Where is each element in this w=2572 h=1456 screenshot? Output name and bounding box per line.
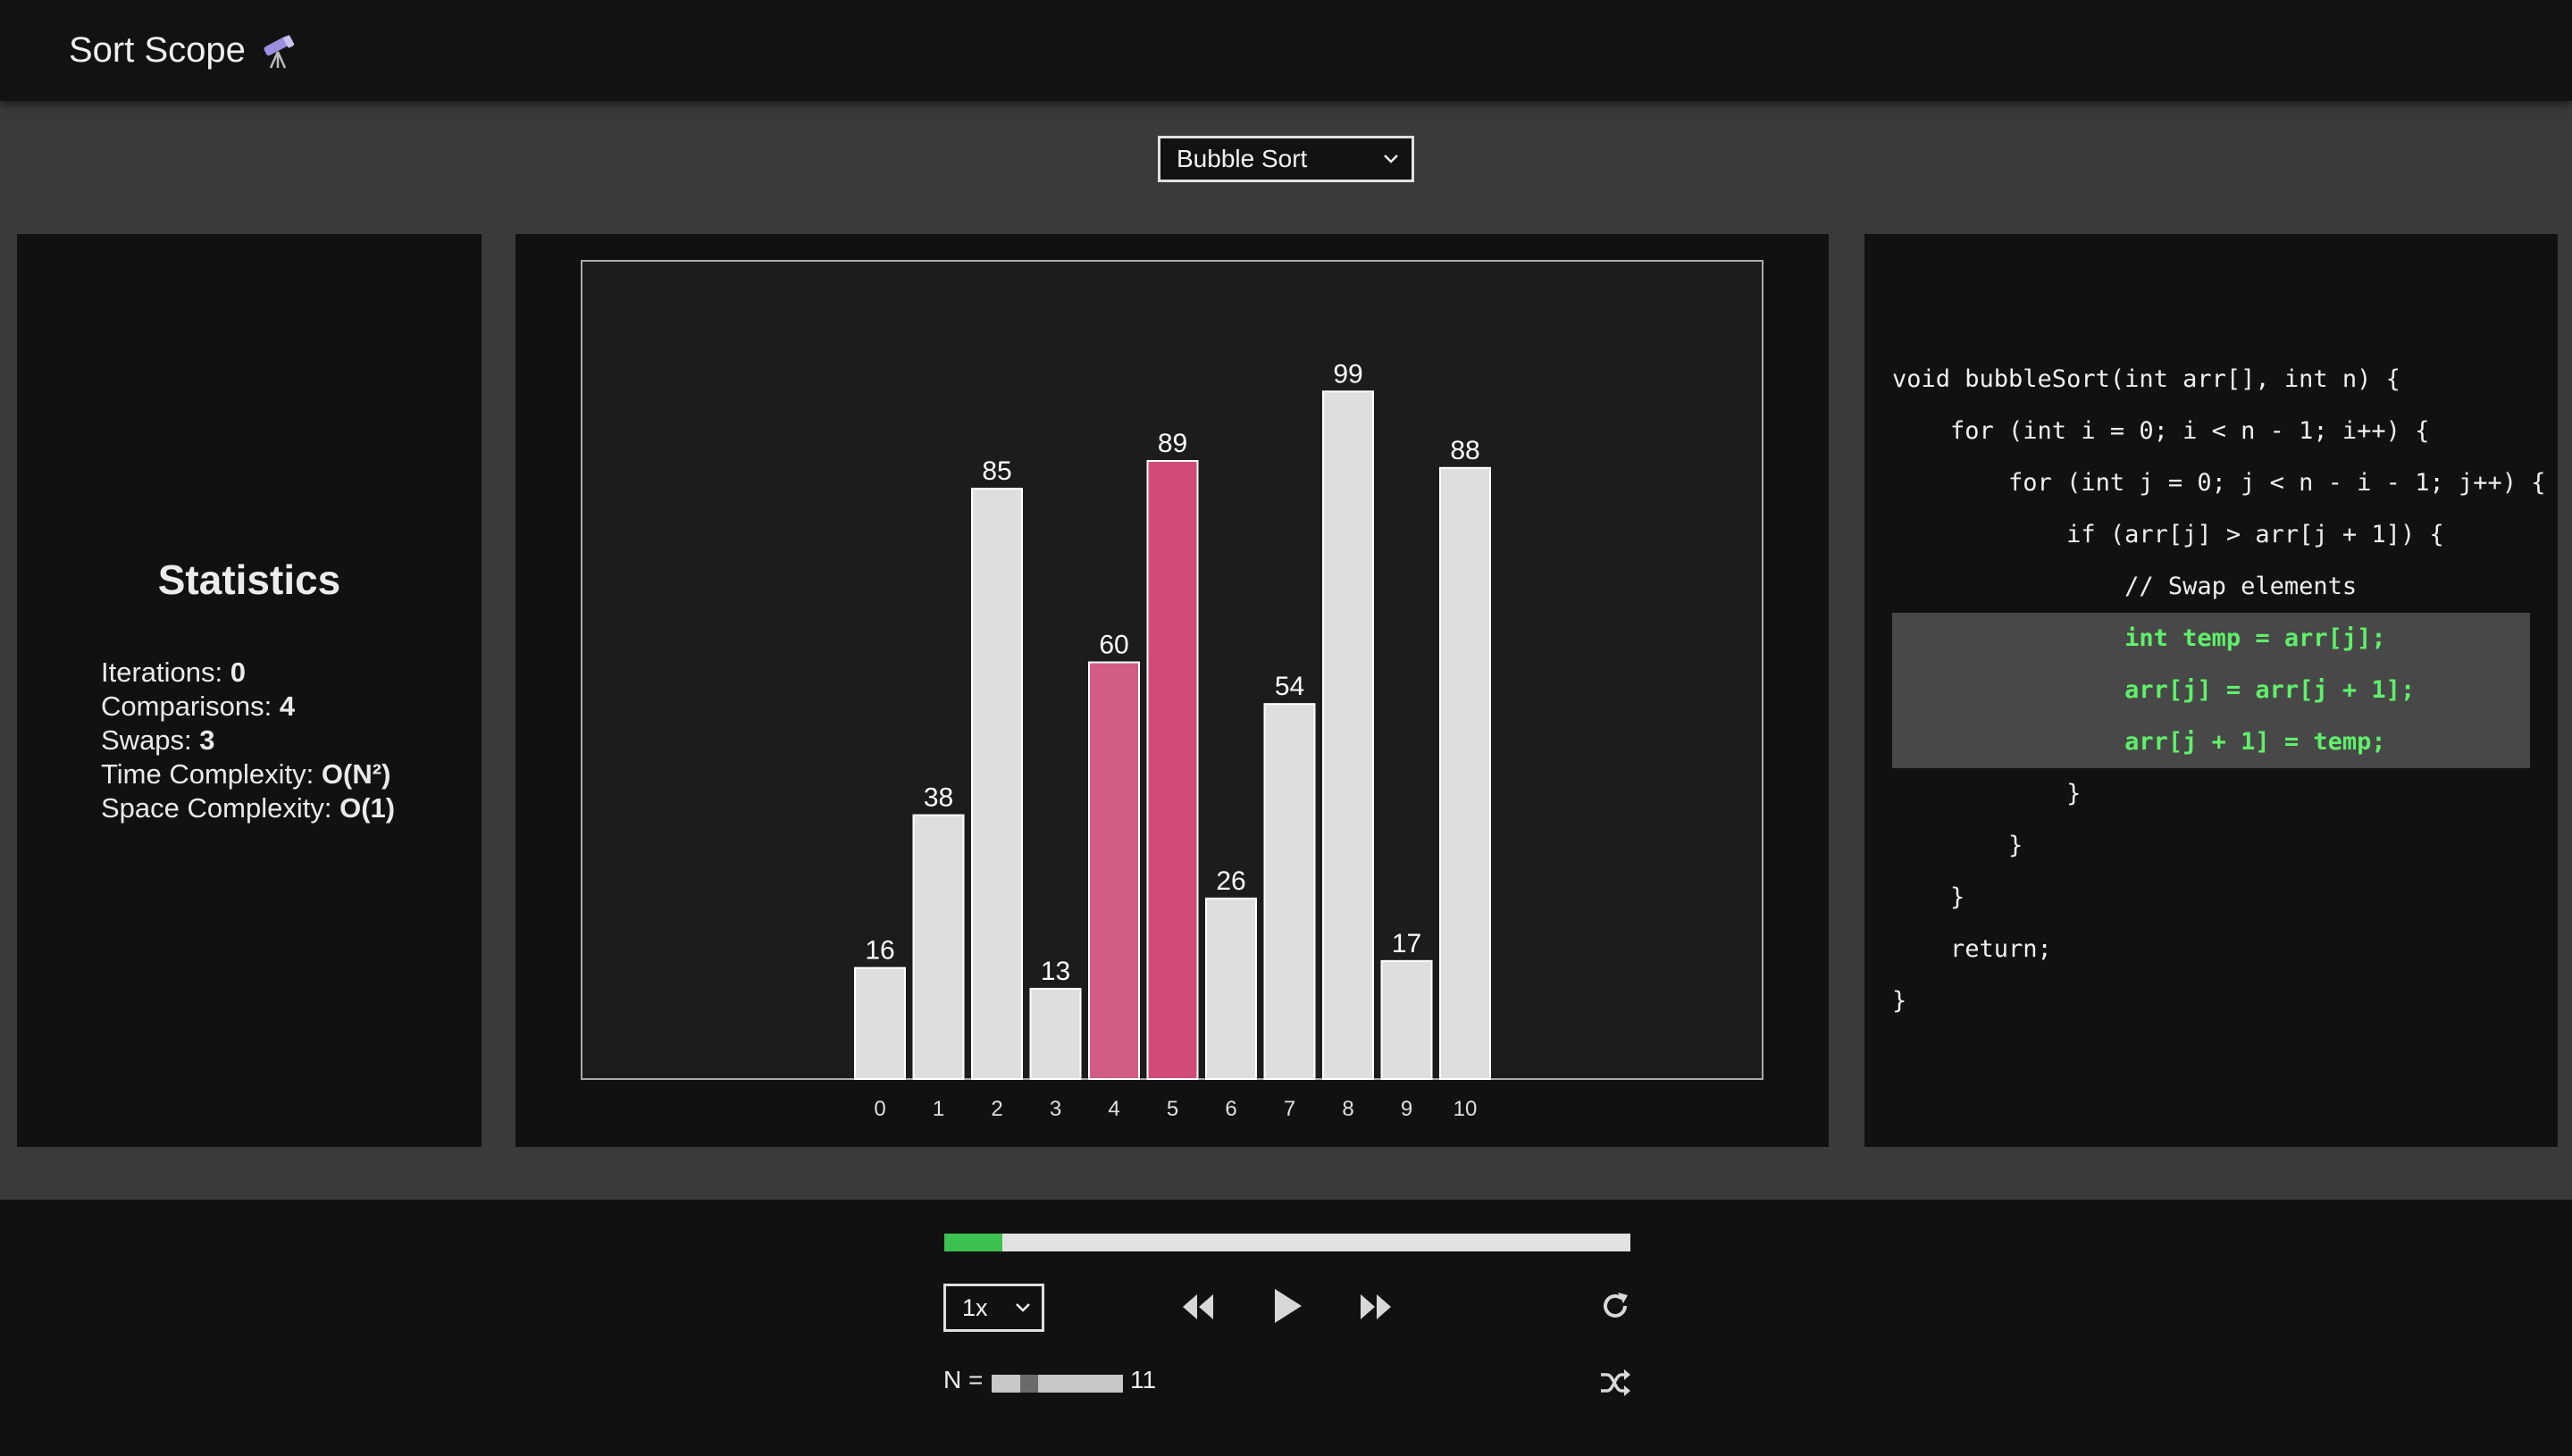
bar-value-label: 60 (1099, 631, 1128, 660)
code-line: arr[j] = arr[j + 1]; (1892, 665, 2530, 716)
code-line: } (1892, 987, 1907, 1015)
n-value: 11 (1130, 1366, 1157, 1393)
n-slider[interactable] (992, 1375, 1123, 1393)
rewind-icon[interactable] (1181, 1291, 1215, 1323)
statistics-list: Iterations: 0 Comparisons: 4 Swaps: 3 Ti… (101, 656, 395, 825)
n-slider-thumb[interactable] (1020, 1375, 1038, 1393)
algorithm-select-value: Bubble Sort (1177, 145, 1308, 172)
statistics-title: Statistics (157, 556, 341, 603)
code-line: return; (1892, 935, 2052, 963)
bar-10 (1439, 466, 1491, 1080)
bar-index-label: 10 (1454, 1097, 1478, 1121)
bar-index-label: 1 (933, 1097, 944, 1121)
reset-icon[interactable] (1599, 1290, 1631, 1322)
code-block: void bubbleSort(int arr[], int n) { for … (1892, 354, 2546, 1027)
bar-index-label: 8 (1342, 1097, 1353, 1121)
chevron-down-icon (1016, 1303, 1030, 1312)
visualization-panel: 16 0 38 1 85 2 13 3 60 4 89 5 26 6 54 7 99 8 17 9 88 10 (515, 234, 1829, 1147)
bar-1 (912, 814, 965, 1080)
fast-forward-icon[interactable] (1359, 1291, 1393, 1323)
code-line: } (1892, 780, 2082, 807)
bar-value-label: 88 (1450, 436, 1479, 465)
algorithm-select[interactable]: Bubble Sort (1158, 136, 1414, 182)
bar-index-label: 2 (991, 1097, 1002, 1121)
bar-8 (1322, 390, 1374, 1080)
bar-2 (971, 488, 1023, 1080)
bar-index-label: 3 (1050, 1097, 1061, 1121)
play-icon[interactable] (1272, 1286, 1304, 1326)
stat-time-complexity: Time Complexity: O(N²) (101, 758, 391, 790)
bar-value-label: 89 (1158, 429, 1187, 458)
bar-index-label: 6 (1225, 1097, 1236, 1121)
bar-value-label: 16 (865, 936, 894, 966)
speed-select-value: 1x (962, 1293, 988, 1321)
bar-3 (1029, 987, 1082, 1080)
bar-value-label: 38 (924, 783, 953, 813)
stat-swaps: Swaps: 3 (101, 724, 215, 756)
bar-value-label: 13 (1041, 957, 1070, 986)
bar-value-label: 99 (1333, 359, 1362, 389)
statistics-panel: Statistics Iterations: 0 Comparisons: 4 … (17, 234, 482, 1147)
code-line: } (1892, 883, 1965, 911)
stat-space-complexity: Space Complexity: O(1) (101, 792, 396, 824)
bar-index-label: 9 (1401, 1097, 1412, 1121)
code-line: } (1892, 832, 2023, 859)
speed-select[interactable]: 1x (943, 1284, 1044, 1332)
bar-6 (1205, 897, 1257, 1080)
code-line: if (arr[j] > arr[j + 1]) { (1892, 521, 2444, 548)
bar-value-label: 54 (1275, 672, 1304, 701)
progress-fill (944, 1234, 1003, 1251)
bar-value-label: 26 (1216, 866, 1245, 896)
stat-iterations: Iterations: 0 (101, 657, 246, 688)
bar-value-label: 17 (1392, 929, 1421, 958)
bar-index-label: 5 (1167, 1097, 1178, 1121)
telescope-icon (264, 35, 295, 69)
code-line: int temp = arr[j]; (1892, 613, 2530, 665)
shuffle-icon[interactable] (1599, 1369, 1631, 1396)
bar-7 (1263, 703, 1316, 1081)
code-panel: void bubbleSort(int arr[], int n) { for … (1864, 234, 2558, 1147)
bar-4 (1088, 661, 1140, 1080)
code-line: for (int i = 0; i < n - 1; i++) { (1892, 417, 2430, 445)
code-line: void bubbleSort(int arr[], int n) { (1892, 365, 2400, 393)
bar-index-label: 4 (1108, 1097, 1119, 1121)
bar-0 (854, 966, 906, 1080)
bar-chart: 16 0 38 1 85 2 13 3 60 4 89 5 26 6 54 7 99 8 17 9 88 10 (854, 359, 1491, 1121)
stat-comparisons: Comparisons: 4 (101, 690, 296, 722)
chevron-down-icon (1384, 155, 1398, 163)
progress-bar[interactable] (944, 1234, 1630, 1251)
bar-index-label: 7 (1284, 1097, 1295, 1121)
code-line: arr[j + 1] = temp; (1892, 716, 2530, 768)
app-title: Sort Scope (69, 30, 246, 70)
bar-9 (1380, 959, 1433, 1081)
code-line: // Swap elements (1892, 573, 2358, 600)
code-line: for (int j = 0; j < n - i - 1; j++) { (1892, 469, 2546, 497)
app-header: Sort Scope (0, 0, 2572, 101)
n-label: N = (943, 1366, 984, 1393)
bar-value-label: 85 (982, 456, 1011, 486)
bar-index-label: 0 (874, 1097, 885, 1121)
bar-5 (1146, 460, 1199, 1080)
player-controls: 1x N = 11 (0, 1200, 2572, 1456)
